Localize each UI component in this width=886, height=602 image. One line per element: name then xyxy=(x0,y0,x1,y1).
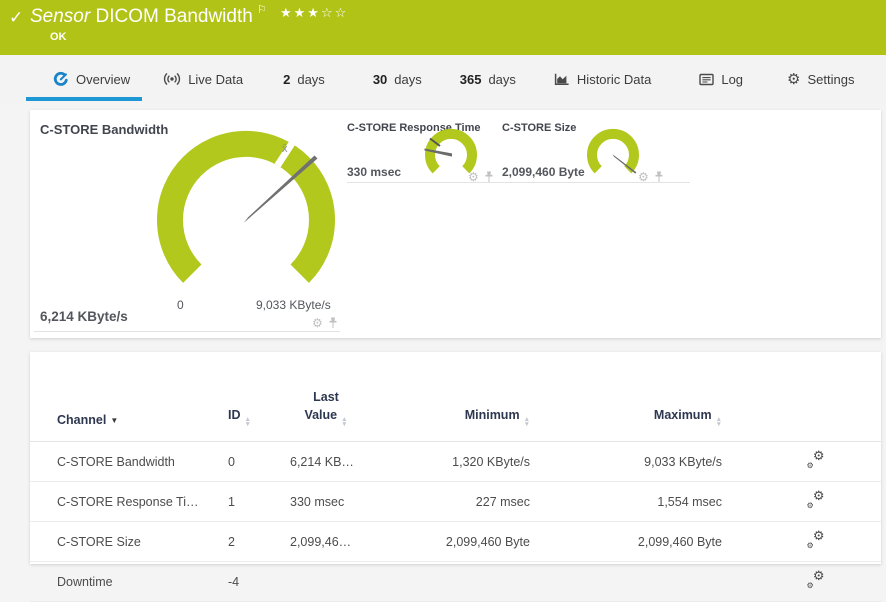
table-row: Downtime -4 ⚙⚙ xyxy=(30,562,881,602)
channel-id: 2 xyxy=(228,522,290,562)
channel-maximum: 1,554 msec xyxy=(560,482,750,522)
tab-bar: Overview Live Data 2 days 30 days 365 da… xyxy=(0,55,886,103)
sort-icon: ▲▼ xyxy=(341,417,347,427)
header-minimum[interactable]: Minimum▲▼ xyxy=(390,352,560,442)
channels-panel: Channel▼ ID▲▼ LastValue▲▼ Minimum▲▼ Maxi… xyxy=(30,352,881,564)
header-settings xyxy=(750,352,881,442)
channel-last-value: 6,214 KB… xyxy=(290,442,390,482)
channel-settings-icon[interactable]: ⚙⚙ xyxy=(807,531,825,549)
tab-2-days[interactable]: 2 days xyxy=(283,55,325,103)
header-channel[interactable]: Channel▼ xyxy=(30,352,228,442)
cell-divider xyxy=(34,331,340,332)
broadcast-icon xyxy=(163,72,181,86)
gear-icon: ⚙ xyxy=(787,72,800,87)
tab-settings[interactable]: ⚙ Settings xyxy=(787,55,854,103)
channels-table: Channel▼ ID▲▼ LastValue▲▼ Minimum▲▼ Maxi… xyxy=(30,352,881,602)
pin-icon[interactable] xyxy=(328,317,338,329)
gauge-icon xyxy=(53,71,69,87)
size-gauge xyxy=(584,128,642,186)
sensor-overview-page: ✓ Sensor DICOM Bandwidth ⚐ ★★★☆☆ OK Overv… xyxy=(0,0,886,564)
bandwidth-gauge xyxy=(146,125,346,315)
channel-minimum: 2,099,460 Byte xyxy=(390,522,560,562)
channel-last-value: 2,099,46… xyxy=(290,522,390,562)
tab-log[interactable]: Log xyxy=(699,55,743,103)
bandwidth-last-value: 6,214 KByte/s xyxy=(40,309,128,324)
tab-label: days xyxy=(297,72,324,87)
tab-label: Live Data xyxy=(188,72,243,87)
sort-icon: ▲▼ xyxy=(716,417,722,427)
header-maximum[interactable]: Maximum▲▼ xyxy=(560,352,750,442)
channel-last-value xyxy=(290,562,390,602)
gauge-tools: ⚙ xyxy=(312,317,338,329)
channel-settings-icon[interactable]: ⚙⚙ xyxy=(807,491,825,509)
sensor-status-banner: ✓ Sensor DICOM Bandwidth ⚐ ★★★☆☆ OK xyxy=(0,0,886,55)
header-id[interactable]: ID▲▼ xyxy=(228,352,290,442)
gauge-scale-max: 9,033 KByte/s xyxy=(256,298,331,312)
table-header-row: Channel▼ ID▲▼ LastValue▲▼ Minimum▲▼ Maxi… xyxy=(30,352,881,442)
channel-last-value: 330 msec xyxy=(290,482,390,522)
channel-name: C-STORE Bandwidth xyxy=(30,442,228,482)
cell-divider xyxy=(347,182,522,183)
channel-id: 0 xyxy=(228,442,290,482)
tab-label: Historic Data xyxy=(577,72,651,87)
average-marker-label: x̄ xyxy=(282,143,288,155)
channel-id: -4 xyxy=(228,562,290,602)
response-time-last-value: 330 msec xyxy=(347,165,401,179)
gauges-panel: C-STORE Bandwidth x̄ 0 9,033 KByte/s 6,2… xyxy=(30,110,881,338)
header-last-value[interactable]: LastValue▲▼ xyxy=(290,352,390,442)
area-chart-icon xyxy=(554,72,570,86)
tab-label: days xyxy=(488,72,515,87)
channel-minimum xyxy=(390,562,560,602)
tab-label: Overview xyxy=(76,72,130,87)
tab-overview[interactable]: Overview xyxy=(53,55,130,103)
sort-icon: ▲▼ xyxy=(524,417,530,427)
channel-settings-icon[interactable]: ⚙⚙ xyxy=(807,571,825,589)
tab-label: Log xyxy=(721,72,743,87)
channel-name: C-STORE Response Ti… xyxy=(30,482,228,522)
tab-30-days[interactable]: 30 days xyxy=(373,55,422,103)
channel-maximum xyxy=(560,562,750,602)
tab-live-data[interactable]: Live Data xyxy=(163,55,243,103)
table-row: C-STORE Bandwidth 0 6,214 KB… 1,320 KByt… xyxy=(30,442,881,482)
ok-check-icon: ✓ xyxy=(9,8,23,28)
channel-minimum: 227 msec xyxy=(390,482,560,522)
cell-divider xyxy=(502,182,690,183)
channel-maximum: 9,033 KByte/s xyxy=(560,442,750,482)
channel-maximum: 2,099,460 Byte xyxy=(560,522,750,562)
table-row: C-STORE Size 2 2,099,46… 2,099,460 Byte … xyxy=(30,522,881,562)
log-list-icon xyxy=(699,73,714,86)
tab-365-days[interactable]: 365 days xyxy=(460,55,516,103)
sort-icon: ▲▼ xyxy=(245,417,251,427)
channel-minimum: 1,320 KByte/s xyxy=(390,442,560,482)
channel-name: C-STORE Size xyxy=(30,522,228,562)
tab-label: days xyxy=(394,72,421,87)
sensor-title: Sensor DICOM Bandwidth ⚐ ★★★☆☆ xyxy=(30,3,348,28)
channel-settings-icon[interactable]: ⚙⚙ xyxy=(807,451,825,469)
sensor-name: DICOM Bandwidth xyxy=(95,6,252,27)
status-badge: OK xyxy=(50,31,67,43)
gauge-scale-min: 0 xyxy=(177,298,184,312)
tab-historic-data[interactable]: Historic Data xyxy=(554,55,651,103)
channel-id: 1 xyxy=(228,482,290,522)
size-last-value: 2,099,460 Byte xyxy=(502,165,585,179)
priority-flag-icon[interactable]: ⚐ xyxy=(257,4,267,16)
gauge-title-size: C-STORE Size xyxy=(502,122,576,134)
gauge-settings-icon[interactable]: ⚙ xyxy=(312,317,323,329)
channel-name: Downtime xyxy=(30,562,228,602)
sensor-kind-label: Sensor xyxy=(30,6,90,27)
active-tab-underline xyxy=(26,97,142,101)
table-row: C-STORE Response Ti… 1 330 msec 227 msec… xyxy=(30,482,881,522)
sort-desc-icon: ▼ xyxy=(110,416,118,425)
priority-stars[interactable]: ★★★☆☆ xyxy=(280,5,348,20)
tab-label: Settings xyxy=(808,72,855,87)
